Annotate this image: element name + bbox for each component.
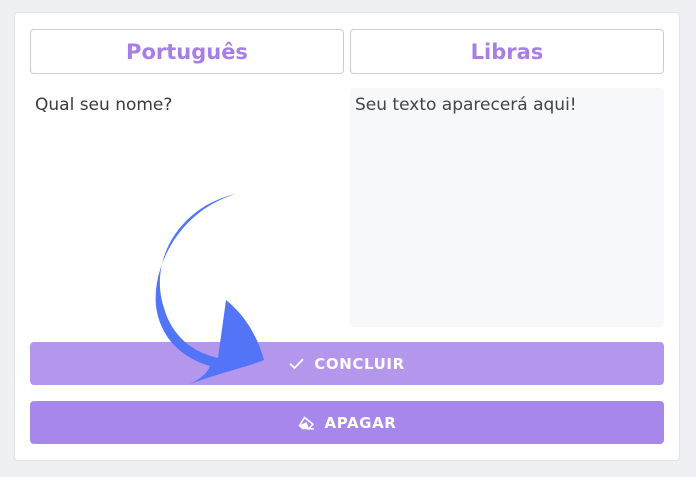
tab-portugues[interactable]: Português (30, 29, 344, 74)
portuguese-text-input[interactable]: Qual seu nome? (30, 88, 344, 327)
check-icon (289, 358, 304, 370)
tab-libras-label: Libras (470, 39, 544, 64)
libras-output-area: Seu texto aparecerá aqui! (350, 88, 664, 327)
conclude-button-label: CONCLUIR (314, 354, 405, 373)
tab-libras[interactable]: Libras (350, 29, 664, 74)
clear-button-label: APAGAR (324, 413, 397, 432)
translator-card: Português Libras Qual seu nome? Seu text… (14, 12, 680, 461)
libras-output-placeholder: Seu texto aparecerá aqui! (355, 95, 577, 115)
conclude-button[interactable]: CONCLUIR (30, 342, 664, 385)
tab-portugues-label: Português (126, 39, 248, 64)
portuguese-text-value: Qual seu nome? (35, 95, 173, 115)
eraser-icon (298, 416, 315, 430)
clear-button[interactable]: APAGAR (30, 401, 664, 444)
